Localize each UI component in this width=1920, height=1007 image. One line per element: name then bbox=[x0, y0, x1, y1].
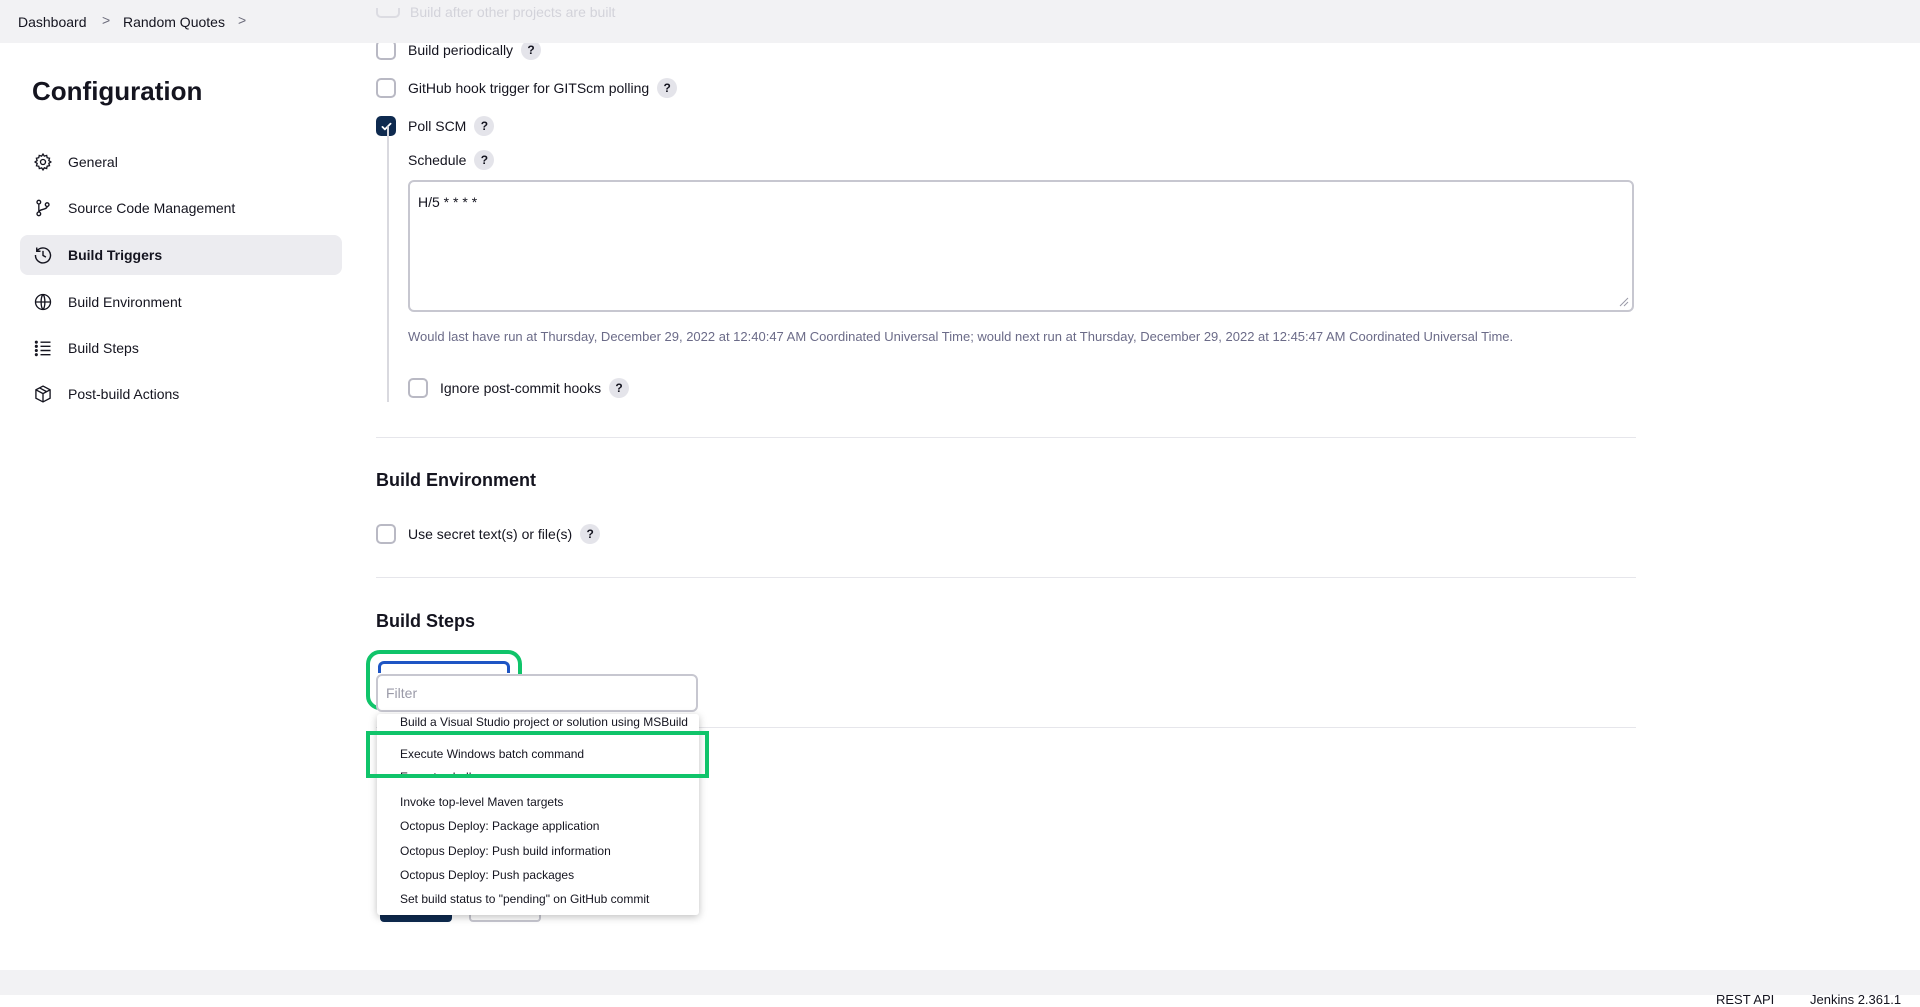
ignore-hooks-row: Ignore post-commit hooks ? bbox=[408, 378, 630, 398]
checkbox-icon bbox=[376, 8, 400, 19]
help-icon[interactable]: ? bbox=[657, 78, 678, 98]
build-environment-title: Build Environment bbox=[376, 470, 537, 490]
use-secret-checkbox[interactable] bbox=[376, 524, 396, 544]
sidebar-item-label: Source Code Management bbox=[68, 200, 236, 216]
sidebar-item-post-build-actions[interactable]: Post-build Actions bbox=[20, 374, 342, 414]
use-secret-row: Use secret text(s) or file(s) ? bbox=[376, 524, 601, 544]
schedule-label: Schedule bbox=[408, 152, 467, 168]
clock-icon bbox=[32, 244, 54, 266]
sidebar-item-source-code-management[interactable]: Source Code Management bbox=[20, 188, 342, 228]
github-hook-row: GitHub hook trigger for GITScm polling ? bbox=[376, 78, 678, 98]
github-hook-checkbox[interactable] bbox=[376, 78, 396, 98]
schedule-row: Schedule ? bbox=[408, 150, 495, 170]
sidebar-item-label: Build Triggers bbox=[68, 247, 163, 263]
section-divider bbox=[376, 577, 1636, 578]
chevron-right-icon: > bbox=[102, 12, 111, 28]
build-periodically-label[interactable]: Build periodically bbox=[408, 42, 513, 58]
gear-icon bbox=[32, 151, 54, 173]
footer bbox=[0, 970, 1920, 995]
globe-icon bbox=[32, 291, 54, 313]
nested-options-indent-line bbox=[387, 126, 389, 402]
sidebar-item-label: Build Steps bbox=[68, 340, 139, 356]
branch-icon bbox=[32, 197, 54, 219]
breadcrumb-bar: Dashboard > Random Quotes > Build after … bbox=[0, 0, 1920, 43]
ignore-hooks-checkbox[interactable] bbox=[408, 378, 428, 398]
sidebar-item-label: Build Environment bbox=[68, 294, 182, 310]
build-after-other-projects-row: Build after other projects are built bbox=[376, 4, 615, 20]
github-hook-label[interactable]: GitHub hook trigger for GITScm polling bbox=[408, 80, 649, 96]
poll-scm-label[interactable]: Poll SCM bbox=[408, 118, 466, 134]
chevron-right-icon[interactable]: > bbox=[238, 12, 246, 28]
package-icon bbox=[32, 383, 54, 405]
sidebar-item-build-environment[interactable]: Build Environment bbox=[20, 282, 342, 322]
sidebar-item-label: Post-build Actions bbox=[68, 386, 180, 402]
filter-input[interactable] bbox=[376, 674, 698, 712]
option-msbuild[interactable]: Build a Visual Studio project or solutio… bbox=[400, 715, 688, 729]
breadcrumb-random-quotes[interactable]: Random Quotes bbox=[123, 14, 225, 30]
schedule-note: Would last have run at Thursday, Decembe… bbox=[408, 329, 1514, 344]
build-steps-title: Build Steps bbox=[376, 611, 476, 631]
list-icon bbox=[32, 337, 54, 359]
sidebar-item-build-triggers[interactable]: Build Triggers bbox=[20, 235, 342, 275]
page-title: Configuration bbox=[32, 76, 203, 106]
schedule-value: H/5 * * * * bbox=[418, 194, 478, 210]
help-icon[interactable]: ? bbox=[521, 40, 542, 60]
sidebar-item-label: General bbox=[68, 154, 118, 170]
use-secret-label[interactable]: Use secret text(s) or file(s) bbox=[408, 526, 572, 542]
checkmark-icon bbox=[381, 122, 391, 130]
section-divider bbox=[376, 437, 1636, 438]
build-periodically-row: Build periodically ? bbox=[376, 40, 542, 60]
build-after-other-projects-label: Build after other projects are built bbox=[410, 4, 616, 20]
rest-api-link[interactable]: REST API bbox=[1716, 992, 1774, 1007]
resize-grip-icon[interactable] bbox=[1619, 297, 1629, 307]
jenkins-version-link[interactable]: Jenkins 2.361.1 bbox=[1810, 992, 1901, 1007]
help-icon[interactable]: ? bbox=[609, 378, 630, 398]
help-icon[interactable]: ? bbox=[474, 116, 495, 136]
add-build-step-button[interactable] bbox=[378, 661, 510, 673]
poll-scm-checkbox[interactable] bbox=[376, 116, 396, 136]
ignore-hooks-label[interactable]: Ignore post-commit hooks bbox=[440, 380, 601, 396]
help-icon[interactable]: ? bbox=[474, 150, 495, 170]
breadcrumb-dashboard[interactable]: Dashboard bbox=[18, 14, 87, 30]
build-periodically-checkbox[interactable] bbox=[376, 40, 396, 60]
option-maven-targets[interactable]: Invoke top-level Maven targets bbox=[400, 795, 563, 809]
option-octopus-build-info[interactable]: Octopus Deploy: Push build information bbox=[400, 844, 611, 858]
sidebar-item-general[interactable]: General bbox=[20, 142, 342, 182]
option-github-pending-status[interactable]: Set build status to "pending" on GitHub … bbox=[400, 892, 649, 906]
sidebar-item-build-steps[interactable]: Build Steps bbox=[20, 328, 342, 368]
schedule-textarea[interactable]: H/5 * * * * bbox=[408, 180, 1634, 312]
option-octopus-push-packages[interactable]: Octopus Deploy: Push packages bbox=[400, 868, 574, 882]
help-icon[interactable]: ? bbox=[580, 524, 601, 544]
poll-scm-row: Poll SCM ? bbox=[376, 116, 495, 136]
selected-option-highlight bbox=[366, 731, 709, 778]
option-octopus-package[interactable]: Octopus Deploy: Package application bbox=[400, 819, 599, 833]
